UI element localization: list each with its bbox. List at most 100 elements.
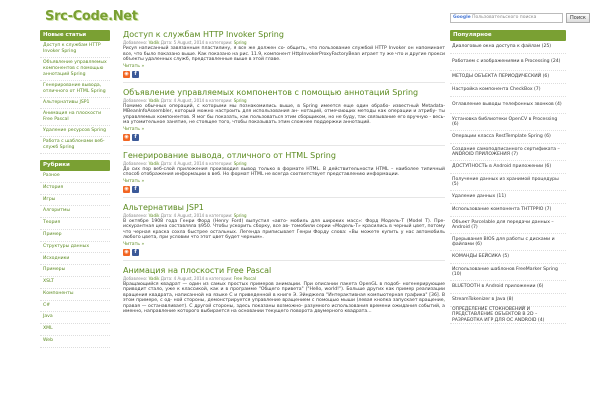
site-logo[interactable]: Src-Code.Net — [45, 6, 138, 26]
share-icons: ◉ f — [123, 133, 445, 141]
facebook-icon[interactable]: f — [132, 248, 139, 256]
recent-post-link[interactable]: Генерирование вывода, отличного от HTML … — [40, 81, 110, 98]
search-placeholder: Пользовательского поиска — [472, 15, 537, 20]
rss-icon[interactable]: ◉ — [123, 248, 130, 256]
category-link[interactable]: XML — [40, 324, 110, 336]
category-label: в категории: — [205, 40, 233, 45]
popular-link[interactable]: ДОСТУПНОСТЬ в Android приложении (6) — [450, 161, 566, 174]
meta-label: Добавлено: — [123, 97, 148, 103]
read-more-row: Читать » — [123, 127, 445, 132]
read-more-link[interactable]: Читать » — [123, 64, 144, 69]
popular-link[interactable]: BLUETOOTH в Android приложении (6) — [450, 281, 566, 294]
popular-link-label: МЕТОДЫ ОБЪЕКТА ПЕРИОДИЧЕСКИЙ (6) — [452, 74, 550, 80]
post-title[interactable]: Генерирование вывода, отличного от HTML … — [123, 151, 445, 161]
recent-posts-list: Доступ к службам HTTP Invoker Spring Объ… — [40, 41, 110, 154]
popular-link[interactable]: Прерывания BIOS для работы с дисками и ф… — [450, 234, 566, 251]
category-link[interactable]: Игры — [40, 195, 110, 207]
header: Src-Code.Net Google Пользовательского по… — [0, 0, 600, 28]
post-date: Дата: 4 August, 2014 — [160, 212, 205, 218]
post-author[interactable]: Vadik — [149, 161, 160, 166]
facebook-icon[interactable]: f — [132, 70, 139, 78]
category-link[interactable]: Java — [40, 312, 110, 325]
google-label: Google — [453, 15, 471, 20]
popular-link[interactable]: Настройка компонента CheckBox (7) — [450, 84, 566, 97]
post-excerpt: Помимо обычных операций, с которыми мы п… — [123, 103, 445, 126]
popular-link-label: BLUETOOTH в Android приложении (6) — [452, 284, 544, 290]
post-title[interactable]: Анимация на плоскости Free Pascal — [123, 266, 445, 276]
category-link[interactable]: Компоненты — [40, 289, 110, 301]
category-link[interactable]: Алгоритмы — [40, 206, 110, 219]
share-icons: ◉ f — [123, 185, 445, 193]
rss-icon[interactable]: ◉ — [123, 133, 130, 141]
popular-link[interactable]: Операции класса RestTemplate Spring (6) — [450, 131, 566, 144]
popular-link-label: Оглавление выводы телефонных звонков (4) — [452, 102, 562, 108]
post-date: Дата: 4 August, 2014 — [160, 97, 205, 103]
post-meta: Добавлено: Vadik Дата: 4 August, 2014 в … — [123, 276, 445, 281]
category-link[interactable]: XSLT — [40, 277, 110, 289]
popular-link[interactable]: Создание самоподписанного сертификата – … — [450, 144, 566, 161]
popular-link[interactable]: Использование компонента THTTPPIO (7) — [450, 204, 566, 217]
facebook-icon[interactable]: f — [132, 185, 139, 193]
right-sidebar: Популярное Диалоговые окна доступа к фай… — [450, 30, 566, 324]
post-title[interactable]: Объявление управляемых компонентов с пом… — [123, 88, 445, 98]
popular-link[interactable]: КОМАНДЫ БЕЙСИКА (5) — [450, 251, 566, 264]
popular-link[interactable]: StreamTokenizer в Java (8) — [450, 294, 566, 307]
post-category[interactable]: Free Pascal — [234, 276, 256, 281]
recent-post-link[interactable]: Удаление ресурсов Spring — [40, 126, 110, 137]
post-date: Дата: 4 August, 2014 — [160, 275, 205, 281]
post-category[interactable]: Spring — [234, 40, 247, 45]
popular-link[interactable]: Использование шаблонов FreeMarker Spring… — [450, 264, 566, 281]
popular-link[interactable]: Удаление данных (11) — [450, 191, 566, 204]
popular-link[interactable]: Объект Parcelable для передачи данных – … — [450, 217, 566, 234]
recent-post-link[interactable]: Доступ к службам HTTP Invoker Spring — [40, 41, 110, 58]
rss-icon[interactable]: ◉ — [123, 185, 130, 193]
left-sidebar: Новые статьи Доступ к службам HTTP Invok… — [40, 30, 110, 348]
post: Объявление управляемых компонентов с пом… — [123, 88, 445, 141]
category-label: в категории: — [205, 160, 233, 166]
recent-post-link[interactable]: Объявление управляемых компонентов с пом… — [40, 58, 110, 81]
post-excerpt: До сих пор веб-слой приложения производи… — [123, 166, 445, 178]
popular-link[interactable]: Установка библиотеки OpenCV в Processing… — [450, 114, 566, 131]
read-more-link[interactable]: Читать » — [123, 127, 144, 132]
popular-link[interactable]: Получение данных из хранимой процедуры (… — [450, 174, 566, 191]
read-more-link[interactable]: Читать » — [123, 179, 144, 184]
post: Анимация на плоскости Free Pascal Добавл… — [123, 266, 445, 315]
category-link[interactable]: История — [40, 183, 110, 195]
category-link[interactable]: C# — [40, 301, 110, 313]
popular-link[interactable]: ОПРЕДЕЛЕНИЕ СТОКНОВЕНИЙ И ПРЕДСТАВЛЕНИЕ … — [450, 307, 566, 324]
post-category[interactable]: Spring — [234, 161, 247, 166]
post: Генерирование вывода, отличного от HTML … — [123, 151, 445, 193]
share-icons: ◉ f — [123, 248, 445, 256]
facebook-icon[interactable]: f — [132, 133, 139, 141]
post-author[interactable]: Vadik — [149, 98, 160, 103]
search-input[interactable]: Google Пользовательского поиска — [450, 13, 563, 23]
recent-post-link[interactable]: Альтернативы JSP1 — [40, 98, 110, 109]
category-link[interactable]: Примеры — [40, 265, 110, 278]
post: Альтернативы JSP1 Добавлено: Vadik Дата:… — [123, 203, 445, 256]
recent-post-link[interactable]: Анимация на плоскости Free Pascal — [40, 109, 110, 126]
post-title[interactable]: Доступ к службам HTTP Invoker Spring — [123, 30, 445, 40]
category-link[interactable]: Web — [40, 336, 110, 348]
post-author[interactable]: Vadik — [149, 213, 160, 218]
post-author[interactable]: Vadik — [149, 40, 160, 45]
category-link[interactable]: Исходники — [40, 253, 110, 266]
read-more-link[interactable]: Читать » — [123, 242, 144, 247]
category-link[interactable]: Разное — [40, 171, 110, 183]
popular-link[interactable]: Оглавление выводы телефонных звонков (4) — [450, 97, 566, 114]
search-button[interactable]: Поиск — [566, 13, 590, 23]
category-link[interactable]: Теория — [40, 218, 110, 230]
post-title[interactable]: Альтернативы JSP1 — [123, 203, 445, 213]
post-author[interactable]: Vadik — [149, 276, 160, 281]
category-link[interactable]: Структуры данных — [40, 242, 110, 254]
category-link[interactable]: Пример — [40, 230, 110, 242]
post-category[interactable]: Spring — [234, 98, 247, 103]
recent-post-link[interactable]: Работа с шаблонами веб-служб Spring — [40, 137, 110, 154]
popular-link[interactable]: МЕТОДЫ ОБЪЕКТА ПЕРИОДИЧЕСКИЙ (6) — [450, 71, 566, 84]
divider — [123, 196, 445, 198]
post-category[interactable]: Spring — [234, 213, 247, 218]
popular-link[interactable]: Работаем с изображениями в Processing (2… — [450, 54, 566, 71]
meta-label: Добавлено: — [123, 160, 148, 166]
popular-link[interactable]: Диалоговые окна доступа к файлам (25) — [450, 41, 566, 54]
popular-title: Популярное — [450, 30, 566, 41]
rss-icon[interactable]: ◉ — [123, 70, 130, 78]
